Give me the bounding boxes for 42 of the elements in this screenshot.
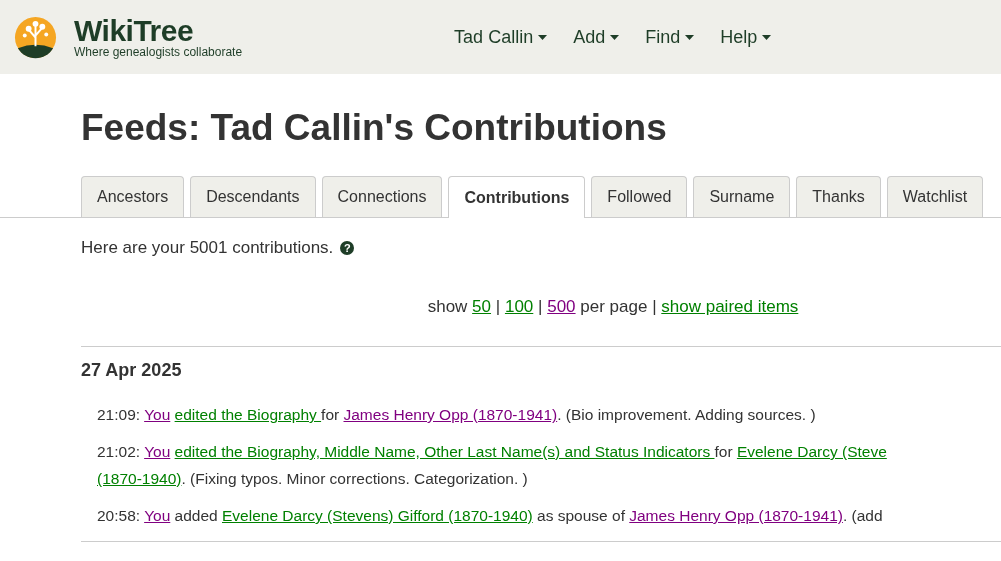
entry-link[interactable]: James Henry Opp (1870-1941) — [343, 406, 558, 423]
caret-icon[interactable] — [538, 34, 548, 40]
tab[interactable]: Followed — [591, 176, 688, 217]
logo-tagline: Where genealogists collaborate — [74, 45, 243, 59]
entry-link[interactable]: (1870-1940) — [97, 470, 182, 487]
date-heading: 27 Apr 2025 — [81, 360, 183, 381]
contribution-entry: 21:09: You edited the Biography for James Henry Opp (1870-1941). (Bio improvement. Adding sources. ) — [97, 405, 817, 425]
paging-link[interactable]: 500 — [547, 297, 576, 316]
nav-menu-item[interactable]: Find — [645, 26, 695, 48]
contribution-entry: 20:58: You added Evelene Darcy (Stevens) Gifford (1870-1940) as spouse of James Henry Opp (1870-1941). (add — [97, 506, 884, 526]
nav-menu-item[interactable]: Add — [573, 26, 620, 48]
tab[interactable]: Connections — [321, 176, 443, 217]
entry-link[interactable]: You — [144, 443, 171, 460]
entry-link[interactable]: Evelene Darcy (Steve — [736, 443, 887, 460]
entry-link[interactable]: You — [144, 406, 171, 423]
entry-link[interactable]: You — [144, 507, 171, 524]
tree-logo-icon[interactable] — [14, 15, 57, 59]
help-icon[interactable]: ? — [340, 241, 355, 255]
nav-menu-item[interactable]: Tad Callin — [454, 26, 548, 48]
nav-menu-item[interactable]: Help — [720, 26, 772, 48]
caret-icon[interactable] — [762, 34, 772, 40]
contribution-entry: 21:02: You edited the Biography, Middle Name, Other Last Name(s) and Status Indicators for Evelene Darcy (Steve — [97, 442, 888, 462]
tab[interactable]: Thanks — [796, 176, 881, 217]
tab[interactable]: Ancestors — [81, 176, 185, 217]
entry-link[interactable]: James Henry Opp (1870-1941) — [629, 507, 843, 524]
tab[interactable]: Descendants — [190, 176, 316, 217]
tab[interactable]: Watchlist — [886, 176, 984, 217]
caret-icon[interactable] — [610, 34, 620, 40]
contributions-summary: Here are your 5001 contributions. — [81, 238, 334, 258]
paging-link[interactable]: show paired items — [661, 297, 799, 316]
logo-title[interactable]: WikiTree — [74, 15, 243, 46]
contribution-entry: (1870-1940). (Fixing typos. Minor corrections. Categorization. ) — [97, 469, 529, 489]
entry-link[interactable]: edited the Biography — [174, 406, 322, 423]
entry-link[interactable]: Evelene Darcy (Stevens) Gifford (1870-1940) — [222, 507, 533, 524]
paging-link[interactable]: 50 — [472, 297, 492, 316]
tab[interactable]: Surname — [693, 176, 791, 217]
paging-link[interactable]: 100 — [504, 297, 534, 316]
caret-icon[interactable] — [685, 34, 695, 40]
paging-controls: show 50 | 100 | 500 per page | show paired items — [81, 297, 1001, 317]
tab[interactable]: Contributions — [448, 176, 586, 218]
page-title: Feeds: Tad Callin's Contributions — [81, 106, 668, 150]
entry-link[interactable]: edited the Biography, Middle Name, Other Last Name(s) and Status Indicators — [174, 443, 715, 460]
